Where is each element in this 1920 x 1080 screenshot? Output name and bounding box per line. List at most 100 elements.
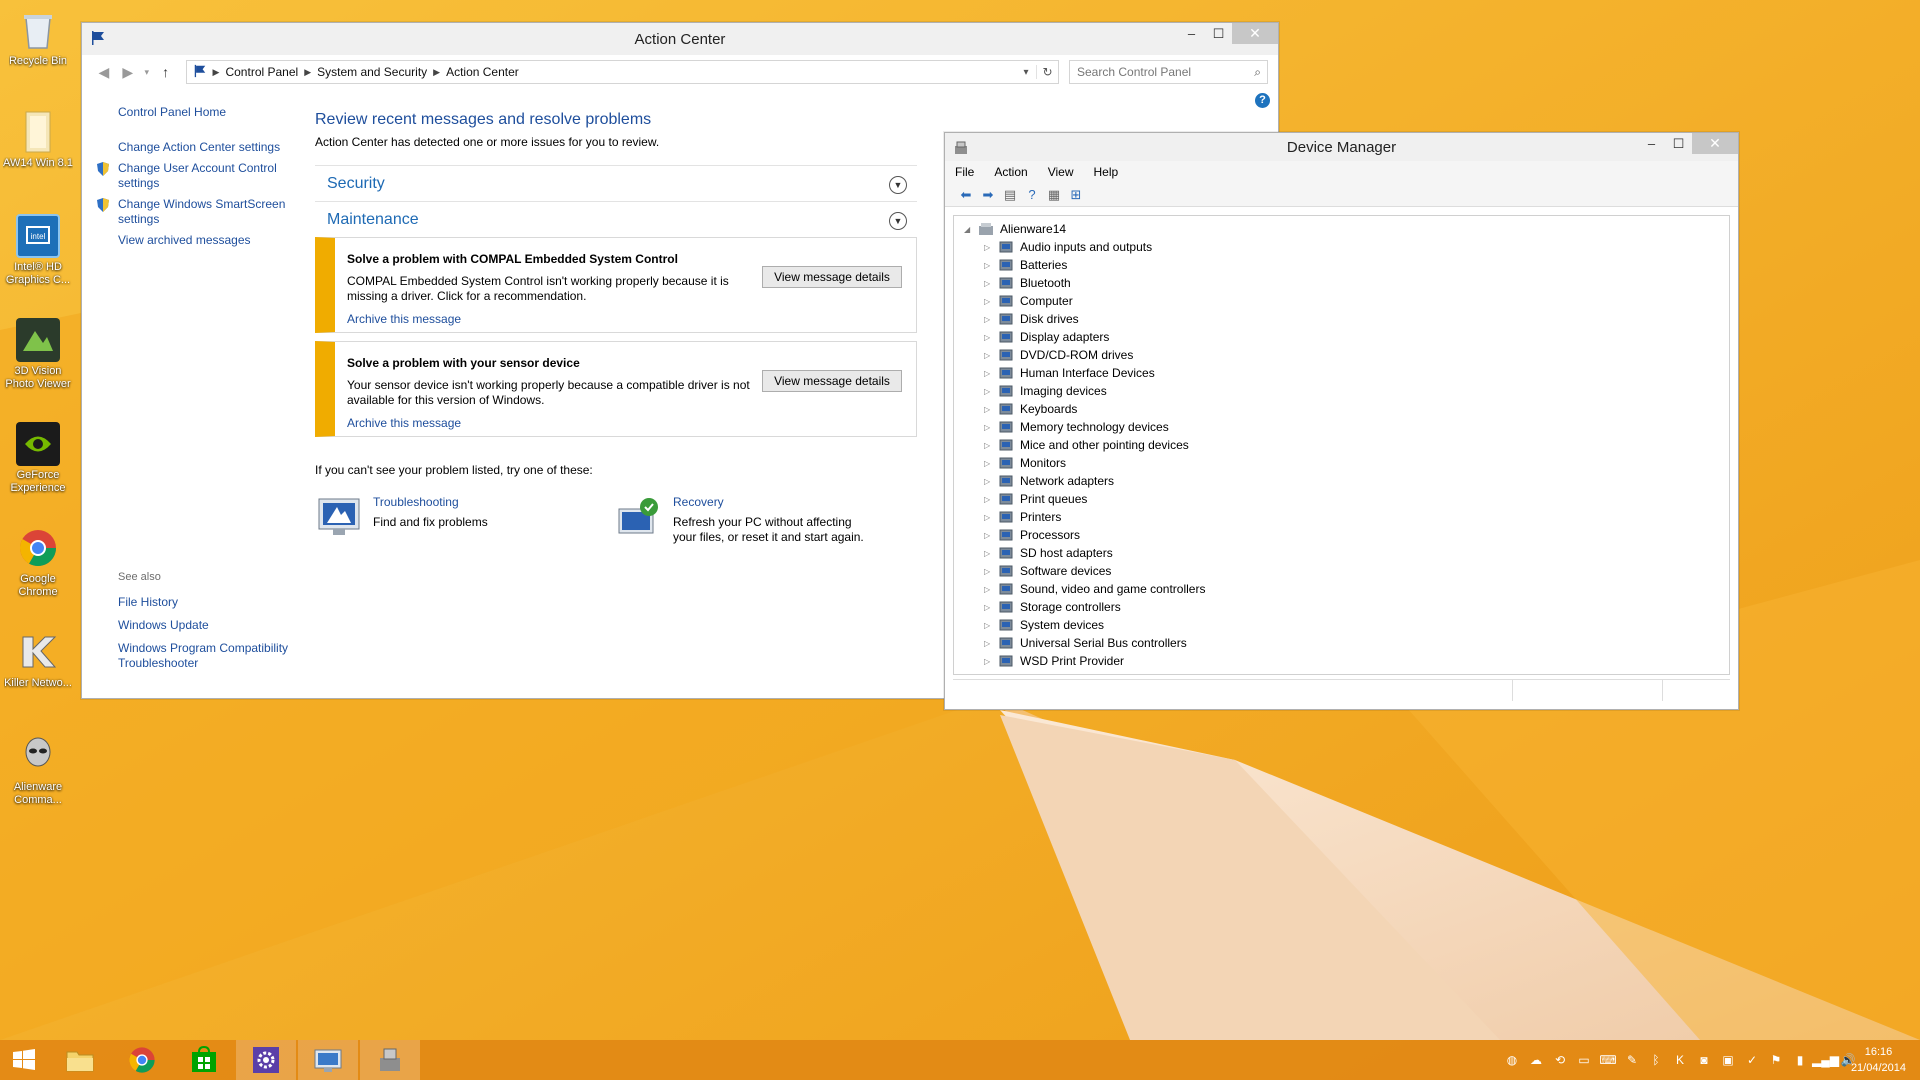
tray-battery-icon[interactable]: ▮	[1788, 1053, 1812, 1067]
tray-nvidia-icon[interactable]: ◙	[1692, 1053, 1716, 1067]
tree-node[interactable]: ▷ Network adapters	[954, 472, 1729, 490]
maximize-button[interactable]: ☐	[1665, 133, 1692, 154]
tree-node[interactable]: ▷ SD host adapters	[954, 544, 1729, 562]
expand-arrow-icon[interactable]: ▷	[984, 567, 998, 576]
expand-arrow-icon[interactable]: ▷	[984, 243, 998, 252]
tree-node[interactable]: ▷ Print queues	[954, 490, 1729, 508]
menu-view[interactable]: View	[1048, 165, 1074, 179]
tree-node[interactable]: ▷ Software devices	[954, 562, 1729, 580]
desktop-icon-3d-vision[interactable]: 3D Vision Photo Viewer	[2, 314, 74, 406]
clock[interactable]: 16:16 21/04/2014	[1851, 1044, 1906, 1076]
archive-message-link[interactable]: Archive this message	[347, 416, 916, 430]
file-history-link[interactable]: File History	[118, 595, 298, 610]
expand-arrow-icon[interactable]: ▷	[984, 387, 998, 396]
close-button[interactable]: ✕	[1692, 133, 1738, 154]
expand-arrow-icon[interactable]: ▷	[984, 279, 998, 288]
address-dropdown-icon[interactable]: ▾	[1016, 67, 1036, 78]
desktop-icon-intel-graphics[interactable]: intel Intel® HD Graphics C...	[2, 210, 74, 302]
search-input[interactable]: Search Control Panel ⌕	[1069, 60, 1268, 84]
change-uac-settings-link[interactable]: Change User Account Control settings	[118, 161, 298, 191]
tray-display-icon[interactable]: ▭	[1572, 1053, 1596, 1067]
taskbar-control-panel[interactable]	[298, 1040, 358, 1080]
windows-update-link[interactable]: Windows Update	[118, 618, 298, 633]
taskbar-settings[interactable]	[236, 1040, 296, 1080]
desktop-icon-alienware[interactable]: Alienware Comma...	[2, 730, 74, 822]
recovery-tool[interactable]: Recovery Refresh your PC without affecti…	[615, 495, 915, 545]
breadcrumb-system-security[interactable]: System and Security	[317, 65, 427, 79]
control-panel-home-link[interactable]: Control Panel Home	[118, 105, 298, 120]
expand-arrow-icon[interactable]: ▷	[984, 531, 998, 540]
expand-arrow-icon[interactable]: ▷	[984, 441, 998, 450]
tree-node[interactable]: ▷ Memory technology devices	[954, 418, 1729, 436]
back-button[interactable]: ◀	[92, 60, 116, 84]
scan-hardware-icon[interactable]: ⊞	[1065, 186, 1087, 204]
tree-node[interactable]: ▷ Bluetooth	[954, 274, 1729, 292]
desktop-icon-geforce[interactable]: GeForce Experience	[2, 418, 74, 510]
expand-arrow-icon[interactable]: ▷	[984, 333, 998, 342]
expand-arrow-icon[interactable]: ▷	[984, 549, 998, 558]
tree-node[interactable]: ▷ Disk drives	[954, 310, 1729, 328]
tree-node[interactable]: ▷ WSD Print Provider	[954, 652, 1729, 670]
desktop-icon-chrome[interactable]: Google Chrome	[2, 522, 74, 614]
expand-arrow-icon[interactable]: ▷	[984, 369, 998, 378]
tree-node[interactable]: ▷ Batteries	[954, 256, 1729, 274]
tree-node[interactable]: ▷ Human Interface Devices	[954, 364, 1729, 382]
expand-arrow-icon[interactable]: ▷	[984, 261, 998, 270]
recent-pages-dropdown[interactable]: ▾	[140, 60, 154, 84]
tray-pen-icon[interactable]: ✎	[1620, 1053, 1644, 1067]
archive-message-link[interactable]: Archive this message	[347, 312, 916, 326]
title-bar[interactable]: Device Manager – ☐ ✕	[945, 133, 1738, 161]
expand-arrow-icon[interactable]: ▷	[984, 513, 998, 522]
expand-arrow-icon[interactable]: ▷	[984, 297, 998, 306]
view-archived-messages-link[interactable]: View archived messages	[118, 233, 298, 248]
menu-file[interactable]: File	[955, 165, 974, 179]
expand-arrow-icon[interactable]: ▷	[984, 621, 998, 630]
minimize-button[interactable]: –	[1178, 23, 1205, 44]
minimize-button[interactable]: –	[1638, 133, 1665, 154]
device-manager-window[interactable]: Device Manager – ☐ ✕ File Action View He…	[944, 132, 1739, 710]
properties-sheet-icon[interactable]: ▤	[999, 186, 1021, 204]
menu-help[interactable]: Help	[1094, 165, 1119, 179]
view-message-details-button[interactable]: View message details	[762, 370, 902, 392]
expand-arrow-icon[interactable]: ▷	[984, 657, 998, 666]
menu-action[interactable]: Action	[994, 165, 1027, 179]
tray-cloud-icon[interactable]: ☁	[1524, 1053, 1548, 1067]
tree-node[interactable]: ▷ Sound, video and game controllers	[954, 580, 1729, 598]
search-icon[interactable]: ⌕	[1254, 65, 1261, 80]
tree-node[interactable]: ▷ DVD/CD-ROM drives	[954, 346, 1729, 364]
expand-arrow-icon[interactable]: ▷	[984, 585, 998, 594]
expand-arrow-icon[interactable]: ▷	[984, 423, 998, 432]
breadcrumb-control-panel[interactable]: Control Panel	[225, 65, 298, 79]
expand-arrow-icon[interactable]: ▷	[984, 639, 998, 648]
taskbar-chrome[interactable]	[112, 1040, 172, 1080]
tray-checkmark-icon[interactable]: ✓	[1740, 1053, 1764, 1067]
tree-node[interactable]: ▷ Audio inputs and outputs	[954, 238, 1729, 256]
close-button[interactable]: ✕	[1232, 23, 1278, 44]
taskbar-file-explorer[interactable]	[50, 1040, 110, 1080]
address-bar[interactable]: ▶ Control Panel ▶ System and Security ▶ …	[185, 60, 1059, 84]
tree-node[interactable]: ▷ Imaging devices	[954, 382, 1729, 400]
forward-button[interactable]: ▶	[116, 60, 140, 84]
view-details-icon[interactable]: ▦	[1043, 186, 1065, 204]
refresh-icon[interactable]: ↻	[1036, 65, 1058, 79]
taskbar-device-manager[interactable]	[360, 1040, 420, 1080]
breadcrumb-action-center[interactable]: Action Center	[446, 65, 519, 79]
chevron-down-icon[interactable]: ▼	[889, 176, 907, 194]
tray-flag-icon[interactable]: ⚑	[1764, 1053, 1788, 1067]
taskbar-store[interactable]	[174, 1040, 234, 1080]
tree-node[interactable]: ▷ Keyboards	[954, 400, 1729, 418]
tree-root[interactable]: ◢ Alienware14	[954, 220, 1729, 238]
expand-arrow-icon[interactable]: ▷	[984, 603, 998, 612]
change-smartscreen-settings-link[interactable]: Change Windows SmartScreen settings	[118, 197, 298, 227]
expand-arrow-icon[interactable]: ▷	[984, 315, 998, 324]
tree-node[interactable]: ▷ Storage controllers	[954, 598, 1729, 616]
chevron-down-icon[interactable]: ▼	[889, 212, 907, 230]
expand-arrow-icon[interactable]: ▷	[984, 477, 998, 486]
collapse-arrow-icon[interactable]: ◢	[964, 225, 978, 234]
expand-arrow-icon[interactable]: ▷	[984, 495, 998, 504]
expand-arrow-icon[interactable]: ▷	[984, 351, 998, 360]
desktop-icon-killer[interactable]: Killer Netwo...	[2, 626, 74, 718]
troubleshooting-tool[interactable]: Troubleshooting Find and fix problems	[315, 495, 615, 545]
start-button[interactable]	[0, 1040, 48, 1080]
tray-globe-icon[interactable]: ◍	[1500, 1053, 1524, 1067]
